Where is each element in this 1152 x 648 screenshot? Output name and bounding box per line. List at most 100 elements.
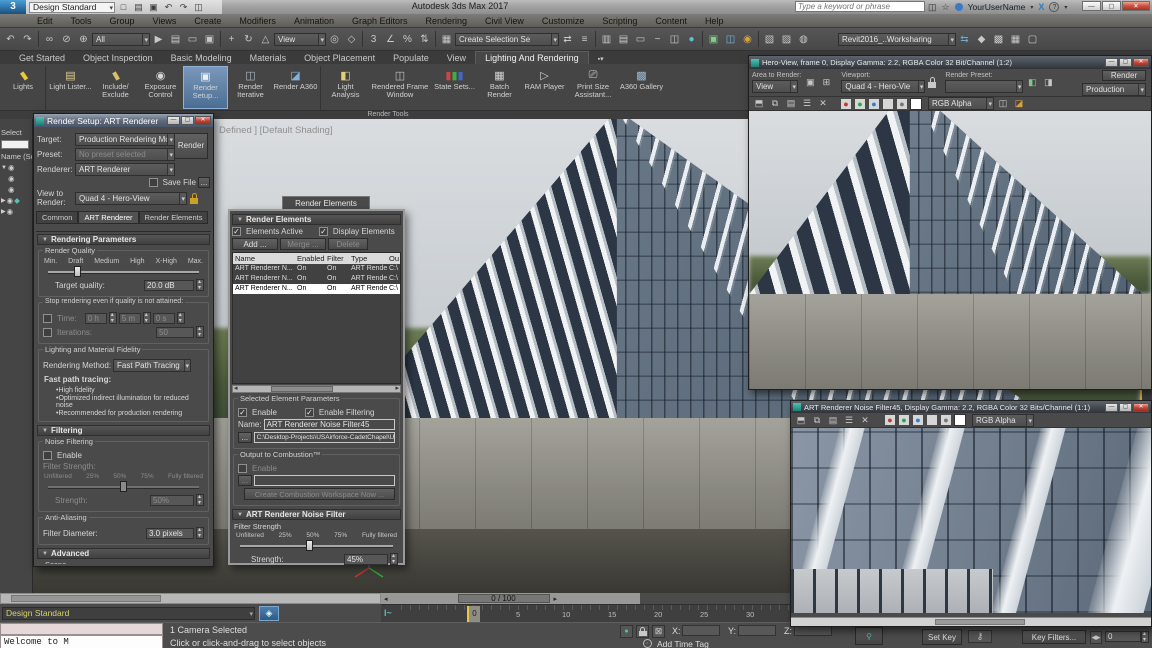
menu-customize[interactable]: Customize	[533, 16, 594, 26]
clone-window-icon[interactable]: ▤	[826, 414, 840, 427]
monochrome-button[interactable]: ●	[896, 97, 908, 110]
containers-icon[interactable]: ▨	[778, 31, 795, 48]
clear-image-icon[interactable]: ✕	[816, 97, 830, 110]
username-menu[interactable]: YourUserName	[968, 2, 1026, 12]
auto-key-icon[interactable]: ⚷	[968, 630, 992, 643]
search-options-icon[interactable]: ◫	[928, 2, 937, 13]
scene-explorer-toggle-icon[interactable]: ▥	[598, 31, 615, 48]
menu-tools[interactable]: Tools	[62, 16, 101, 26]
time-checkbox[interactable]	[43, 313, 52, 323]
layer-icon[interactable]: ◪	[1012, 97, 1026, 110]
select-and-scale-icon[interactable]: △	[257, 31, 274, 48]
maxscript-mini-listener[interactable]: Welcome to M	[0, 635, 163, 648]
tab-materials[interactable]: Materials	[241, 52, 296, 64]
bind-to-spacewarp-icon[interactable]: ⊕	[75, 31, 92, 48]
mini-curve-editor-icon[interactable]: I~	[384, 608, 392, 618]
filter-diameter-spinner[interactable]	[196, 526, 204, 539]
menu-graph-editors[interactable]: Graph Editors	[343, 16, 417, 26]
use-pivot-center-icon[interactable]: ◎	[326, 31, 343, 48]
window-crossing-icon[interactable]: ▣	[201, 31, 218, 48]
render-a360-button[interactable]: ◪ Render A360	[273, 66, 318, 109]
toolbar-extra-icon[interactable]: ▢	[1024, 31, 1041, 48]
layers-icon[interactable]: ▧	[761, 31, 778, 48]
strength-spinner[interactable]	[196, 493, 204, 506]
viewport-horizontal-scrollbar[interactable]	[0, 593, 381, 604]
maxscript-mini-recorder[interactable]	[0, 623, 163, 635]
schematic-view-icon[interactable]: ◫	[666, 31, 683, 48]
render-iterative-button[interactable]: ◫ Render Iterative	[228, 66, 273, 109]
minimize-button[interactable]: —	[1105, 402, 1118, 412]
rendered-frame-window-button[interactable]: ◫ Rendered Frame Window	[368, 66, 432, 109]
ram-player-button[interactable]: ▷ RAM Player	[522, 66, 567, 109]
add-button[interactable]: Add ...	[232, 238, 278, 250]
isolate-toggle-icon[interactable]: ◈	[259, 605, 279, 621]
exposure-control-button[interactable]: ◉ Exposure Control	[138, 66, 183, 109]
maximize-button[interactable]: ▢	[181, 116, 194, 125]
close-button[interactable]: ✕	[1122, 1, 1150, 11]
tab-basic-modeling[interactable]: Basic Modeling	[162, 52, 241, 64]
edit-region-icon[interactable]: ▣	[803, 76, 817, 89]
blue-channel-button[interactable]: ●	[912, 414, 924, 426]
light-analysis-button[interactable]: ◧ Light Analysis	[323, 66, 368, 109]
a360-icon[interactable]: X	[1038, 2, 1044, 12]
copy-image-icon[interactable]: ⧉	[810, 414, 824, 427]
red-channel-button[interactable]: ●	[840, 97, 852, 110]
rendering-parameters-rollout[interactable]: ▼ Rendering Parameters	[37, 234, 210, 245]
renderer-dropdown[interactable]: ART Renderer	[75, 163, 175, 176]
iterations-spinner[interactable]	[196, 325, 204, 338]
state-sets-button[interactable]: ▮ ▮ ▮ State Sets...	[432, 66, 477, 109]
menu-create[interactable]: Create	[185, 16, 230, 26]
render-elements-tab[interactable]: Render Elements	[282, 196, 370, 210]
table-header[interactable]: Name Enabled Filter Type Ou	[233, 253, 400, 264]
time-slider-next-icon[interactable]: ▸	[554, 595, 558, 603]
select-and-link-icon[interactable]: ∞	[41, 31, 58, 48]
key-filters-button[interactable]: Key Filters...	[1022, 630, 1086, 644]
mirror-icon[interactable]: ⇄	[559, 31, 576, 48]
red-channel-button[interactable]: ●	[884, 414, 896, 426]
close-button[interactable]: ✕	[1133, 402, 1149, 412]
element-path-field[interactable]: C:\Desktop-Projects\USAirforce-CadetChap…	[253, 432, 395, 443]
selection-lock-icon[interactable]	[636, 625, 649, 638]
iterations-field[interactable]: 50	[156, 326, 194, 338]
print-image-icon[interactable]: ☰	[800, 97, 814, 110]
scene-explorer-row[interactable]: ▶ ◉	[0, 206, 32, 217]
create-combustion-workspace-button[interactable]: Create Combustion Workspace Now ...	[244, 488, 395, 500]
copy-image-icon[interactable]: ⧉	[768, 97, 782, 110]
maximize-button[interactable]: ▢	[1119, 402, 1132, 412]
strength-spinner[interactable]	[390, 552, 398, 565]
rendered-frame-window-icon[interactable]: ◫	[722, 31, 739, 48]
menu-group[interactable]: Group	[101, 16, 144, 26]
art-noise-filter-rollout[interactable]: ▼ ART Renderer Noise Filter	[232, 509, 401, 520]
minimize-button[interactable]: —	[1105, 58, 1118, 67]
batch-render-button[interactable]: ▦ Batch Render	[477, 66, 522, 109]
tab-common[interactable]: Common	[36, 210, 79, 224]
close-button[interactable]: ✕	[1133, 58, 1149, 67]
scene-explorer-row[interactable]: ◉	[0, 173, 32, 184]
merge-button[interactable]: Merge ...	[280, 238, 326, 250]
angle-snap-icon[interactable]: ∠	[382, 31, 399, 48]
filter-strength-slider[interactable]	[48, 481, 199, 492]
noise-filter-strength-slider[interactable]	[240, 540, 393, 551]
save-image-icon[interactable]: ⬒	[794, 414, 808, 427]
toolbar-extra-icon[interactable]: ▩	[990, 31, 1007, 48]
scene-explorer-row[interactable]: ▶ ◉ ◆	[0, 195, 32, 206]
menu-rendering[interactable]: Rendering	[417, 16, 477, 26]
redo-icon[interactable]: ↷	[19, 31, 36, 48]
ribbon-toggle-icon[interactable]: ▭	[632, 31, 649, 48]
filter-diameter-field[interactable]: 3.0 pixels	[146, 527, 194, 539]
render-button[interactable]: Render	[1102, 69, 1146, 81]
time-slider[interactable]: ◂ 0 / 100 ▸	[381, 593, 640, 604]
minimize-button[interactable]: —	[167, 116, 180, 125]
workspace-selector[interactable]: Design Standard	[2, 606, 255, 620]
delete-button[interactable]: Delete	[328, 238, 368, 250]
search-input[interactable]	[795, 1, 925, 12]
tab-object-inspection[interactable]: Object Inspection	[74, 52, 162, 64]
minimize-button[interactable]: —	[1082, 1, 1101, 11]
viewport-label[interactable]: Defined ] [Default Shading]	[219, 125, 333, 136]
advanced-rollout[interactable]: ▼ Advanced	[37, 548, 210, 559]
civil-view-icon[interactable]: ◆	[973, 31, 990, 48]
time-hours-spinner[interactable]	[108, 311, 117, 324]
frame-spinner[interactable]	[1141, 630, 1149, 643]
light-lister-button[interactable]: ▤ Light Lister...	[48, 66, 93, 109]
rendering-method-dropdown[interactable]: Fast Path Tracing	[113, 359, 192, 372]
